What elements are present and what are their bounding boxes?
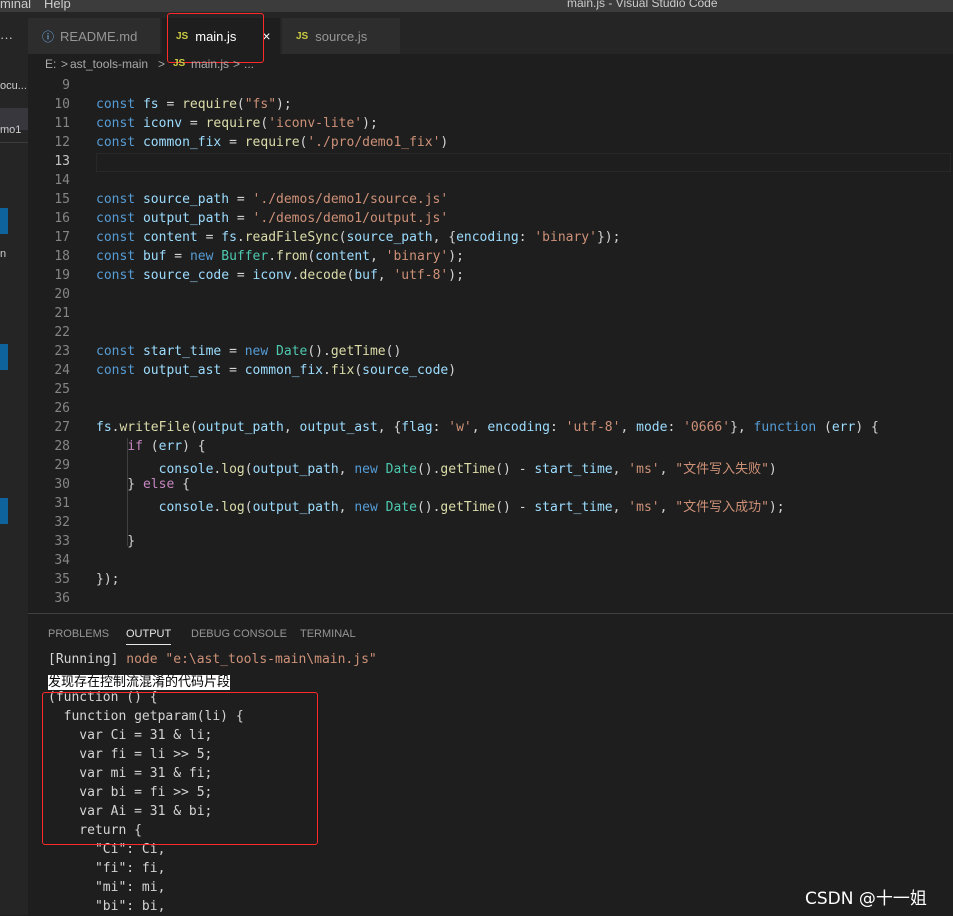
code-line: const source_code = iconv.decode(buf, 'u… xyxy=(96,268,464,283)
sidebar-item-fragment[interactable]: ocu... xyxy=(0,80,28,92)
chevron-right-icon: > xyxy=(158,57,166,71)
line-number: 21 xyxy=(54,306,70,321)
line-number: 33 xyxy=(54,534,70,549)
line-number: 27 xyxy=(54,420,70,435)
code-line: }); xyxy=(96,572,120,587)
tab-output[interactable]: OUTPUT xyxy=(126,628,172,645)
line-number: 34 xyxy=(54,553,70,568)
breadcrumb: E: > ast_tools-main > JS main.js > ... xyxy=(28,54,953,76)
line-number: 25 xyxy=(54,382,70,397)
line-number: 18 xyxy=(54,249,70,264)
current-line-highlight xyxy=(96,153,951,172)
sidebar-item-fragment[interactable]: mo1 xyxy=(0,124,28,136)
code-line: } else { xyxy=(96,477,190,492)
divider xyxy=(0,142,28,143)
line-number: 32 xyxy=(54,515,70,530)
breadcrumb-drive[interactable]: E: xyxy=(45,57,56,71)
js-file-icon: JS xyxy=(296,30,309,42)
info-icon: ⓘ xyxy=(42,29,55,44)
breadcrumb-more[interactable]: ... xyxy=(244,57,254,71)
line-number: 10 xyxy=(54,97,70,112)
line-number: 16 xyxy=(54,211,70,226)
output-line: "bi": bi, xyxy=(48,899,166,914)
code-line: const fs = require("fs"); xyxy=(96,97,292,112)
breadcrumb-file[interactable]: main.js xyxy=(191,57,229,71)
code-line: const buf = new Buffer.from(content, 'bi… xyxy=(96,249,464,264)
tab-label: source.js xyxy=(315,28,368,44)
breadcrumb-folder[interactable]: ast_tools-main xyxy=(70,57,148,71)
line-number: 36 xyxy=(54,591,70,606)
chevron-right-icon: > xyxy=(61,57,69,71)
sidebar-marker xyxy=(0,498,8,524)
code-line: fs.writeFile(output_path, output_ast, {f… xyxy=(96,420,879,435)
line-number: 26 xyxy=(54,401,70,416)
line-number: 24 xyxy=(54,363,70,378)
code-line: const start_time = new Date().getTime() xyxy=(96,344,402,359)
code-line: console.log(output_path, new Date().getT… xyxy=(158,500,785,515)
code-line: const iconv = require('iconv-lite'); xyxy=(96,116,378,131)
line-number: 17 xyxy=(54,230,70,245)
line-number: 29 xyxy=(54,458,70,473)
menu-terminal[interactable]: minal xyxy=(0,0,31,11)
line-number: 14 xyxy=(54,173,70,188)
js-file-icon: JS xyxy=(173,58,186,69)
tab-readme[interactable]: ⓘ README.md xyxy=(28,18,160,54)
line-number: 12 xyxy=(54,135,70,150)
window-title: main.js - Visual Studio Code xyxy=(567,0,718,10)
title-bar: minal Help main.js - Visual Studio Code xyxy=(0,0,953,12)
tab-terminal[interactable]: TERMINAL xyxy=(300,628,356,640)
code-editor[interactable]: 9 10 11 12 13 14 15 16 17 18 19 20 21 22… xyxy=(28,76,953,612)
code-line: const content = fs.readFileSync(source_p… xyxy=(96,230,621,245)
code-line: const output_ast = common_fix.fix(source… xyxy=(96,363,457,378)
line-number: 19 xyxy=(54,268,70,283)
code-line: if (err) { xyxy=(127,439,206,454)
line-number: 35 xyxy=(54,572,70,587)
watermark: CSDN @十一姐 xyxy=(805,889,927,909)
tab-problems[interactable]: PROBLEMS xyxy=(48,628,109,640)
line-number: 30 xyxy=(54,477,70,492)
line-number: 31 xyxy=(54,496,70,511)
output-line: 发现存在控制流混淆的代码片段 xyxy=(48,671,231,690)
running-label: [Running] xyxy=(48,652,119,667)
line-number: 9 xyxy=(62,78,70,93)
line-number: 13 xyxy=(54,154,70,169)
sidebar-marker xyxy=(0,344,8,370)
output-running-line: [Running] node "e:\ast_tools-main\main.j… xyxy=(48,652,377,667)
line-number: 22 xyxy=(54,325,70,340)
tab-label: README.md xyxy=(60,28,138,44)
code-line: const source_path = './demos/demo1/sourc… xyxy=(96,192,449,207)
code-line: } xyxy=(96,534,136,549)
indent-guide xyxy=(127,438,128,546)
code-line: const output_path = './demos/demo1/outpu… xyxy=(96,211,449,226)
line-number: 11 xyxy=(54,116,70,131)
code-line: const common_fix = require('./pro/demo1_… xyxy=(96,135,449,150)
sidebar-item-fragment[interactable]: n xyxy=(0,248,28,260)
annotation-box xyxy=(42,692,318,845)
tab-source-js[interactable]: JS source.js xyxy=(282,18,400,54)
sidebar-strip: ··· ocu... mo1 n xyxy=(0,12,28,915)
sidebar-marker xyxy=(0,208,8,234)
line-number: 23 xyxy=(54,344,70,359)
line-number: 28 xyxy=(54,439,70,454)
line-number: 20 xyxy=(54,287,70,302)
output-line: "mi": mi, xyxy=(48,880,166,895)
code-line: console.log(output_path, new Date().getT… xyxy=(158,462,777,477)
line-number: 15 xyxy=(54,192,70,207)
tab-debug-console[interactable]: DEBUG CONSOLE xyxy=(191,628,287,640)
running-command: node "e:\ast_tools-main\main.js" xyxy=(118,652,377,667)
highlighted-output: 发现存在控制流混淆的代码片段 xyxy=(48,675,231,690)
chevron-right-icon: > xyxy=(233,57,241,71)
menu-help[interactable]: Help xyxy=(44,0,71,11)
more-actions-icon[interactable]: ··· xyxy=(0,30,13,45)
output-line: "fi": fi, xyxy=(48,861,166,876)
